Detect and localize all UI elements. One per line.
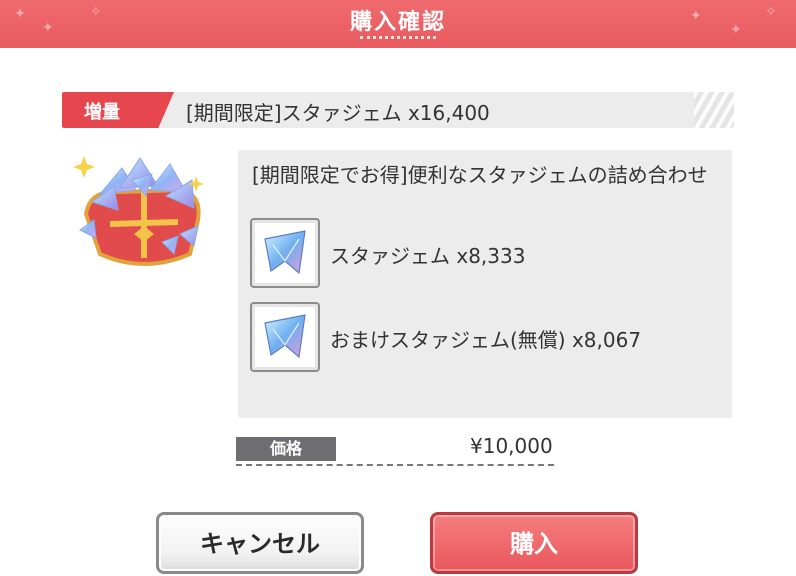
increase-tag-label: 増量	[84, 102, 120, 123]
price-value: ¥10,000	[470, 434, 553, 458]
star-gem-icon	[264, 314, 306, 359]
item-title: [期間限定]スタァジェム x16,400	[186, 101, 490, 125]
content-item-icon-box	[250, 218, 320, 288]
description-panel: [期間限定でお得]便利なスタァジェムの詰め合わせ スタァジェム x8,333 お…	[238, 150, 732, 418]
cancel-button[interactable]: キャンセル	[156, 512, 364, 574]
buy-button[interactable]: 購入	[430, 512, 638, 574]
decorative-stripes	[694, 92, 734, 128]
content-item-icon-box	[250, 302, 320, 372]
dialog-header: ✦ ✦ ✧ ✦ ✦ ✧ 購入確認	[0, 0, 796, 48]
star-gem-icon	[264, 230, 306, 275]
price-divider	[236, 464, 554, 466]
bundle-description: [期間限定でお得]便利なスタァジェムの詰め合わせ	[252, 163, 708, 187]
title-underline	[360, 36, 436, 39]
content-item-label: おまけスタァジェム(無償) x8,067	[330, 328, 642, 352]
gem-bundle-icon	[70, 150, 216, 272]
dialog-title: 購入確認	[349, 10, 446, 35]
item-title-bar: 増量 [期間限定]スタァジェム x16,400	[62, 92, 734, 128]
content-item-label: スタァジェム x8,333	[330, 244, 526, 268]
price-label: 価格	[236, 437, 336, 461]
